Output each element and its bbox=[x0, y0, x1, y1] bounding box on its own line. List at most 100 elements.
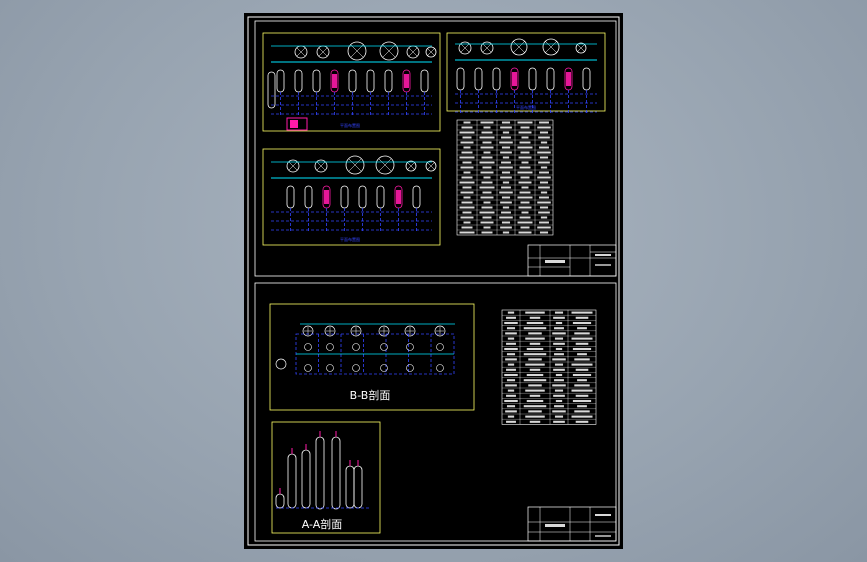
table-cell-text bbox=[507, 415, 515, 418]
table-cell-text bbox=[572, 373, 592, 377]
table-cell-text bbox=[504, 373, 518, 377]
table-cell-text bbox=[553, 420, 565, 423]
table-cell-text bbox=[506, 420, 516, 423]
table-cell-text bbox=[483, 201, 491, 204]
table-cell-text bbox=[517, 121, 533, 124]
table-cell-text bbox=[571, 311, 593, 314]
table-cell-text bbox=[540, 216, 548, 219]
table-cell-text bbox=[521, 161, 529, 164]
table-cell-text bbox=[518, 206, 532, 209]
table-cell-text bbox=[461, 126, 473, 129]
table-cell-text bbox=[520, 226, 530, 229]
table-cell-text bbox=[462, 161, 472, 164]
table-cell-text bbox=[501, 211, 511, 214]
table-cell-text bbox=[501, 146, 511, 149]
table-cell-text bbox=[460, 166, 474, 169]
table-cell-text bbox=[518, 231, 532, 234]
table-cell-text bbox=[461, 201, 473, 204]
table-cell-text bbox=[481, 206, 493, 209]
table-cell-text bbox=[539, 171, 549, 174]
table-cell-text bbox=[482, 216, 492, 219]
table-cell-text bbox=[529, 420, 541, 423]
table-cell-text bbox=[539, 146, 549, 149]
table-cell-text bbox=[501, 136, 511, 139]
table-cell-text bbox=[525, 311, 545, 314]
table-cell-text bbox=[555, 373, 563, 377]
table-cell-text bbox=[506, 394, 516, 397]
table-cell-text bbox=[483, 226, 491, 229]
table-cell-text bbox=[505, 410, 517, 413]
vessel-fill bbox=[396, 190, 401, 204]
table-cell-text bbox=[499, 191, 513, 194]
cad-drawing-canvas[interactable]: 平面布置图 平面布置图 平面布置图 B-B剖面 A-A剖面 bbox=[0, 0, 867, 562]
table-cell-text bbox=[479, 136, 495, 139]
table-cell-text bbox=[552, 384, 566, 387]
table-cell-text bbox=[538, 161, 550, 164]
table-cell-text bbox=[501, 121, 511, 124]
table-cell-text bbox=[519, 141, 531, 144]
table-cell-text bbox=[521, 136, 529, 139]
table-cell-text bbox=[505, 384, 517, 387]
table-cell-text bbox=[505, 332, 517, 335]
table-cell-text bbox=[554, 353, 564, 356]
drawing-sheet bbox=[244, 13, 623, 549]
table-cell-text bbox=[540, 191, 548, 194]
table-cell-text bbox=[553, 368, 565, 371]
table-cell-text bbox=[501, 196, 511, 199]
table-cell-text bbox=[517, 221, 533, 224]
table-cell-text bbox=[540, 166, 548, 169]
table-cell-text bbox=[575, 316, 589, 319]
table-cell-text bbox=[462, 211, 472, 214]
table-cell-text bbox=[461, 226, 473, 229]
table-cell-text bbox=[499, 166, 513, 169]
table-cell-text bbox=[526, 399, 544, 403]
table-cell-text bbox=[555, 399, 563, 403]
table-cell-text bbox=[506, 368, 516, 371]
table-cell-text bbox=[502, 206, 510, 209]
table-cell-text bbox=[552, 358, 566, 361]
table-cell-text bbox=[574, 332, 590, 335]
table-cell-text bbox=[540, 141, 548, 144]
table-cell-text bbox=[506, 405, 516, 408]
table-cell-text bbox=[480, 146, 494, 149]
table-cell-text bbox=[506, 342, 516, 345]
table-cell-text bbox=[504, 399, 518, 403]
table-cell-text bbox=[483, 151, 491, 154]
table-cell-text bbox=[555, 321, 563, 325]
table-cell-text bbox=[529, 368, 541, 371]
table-cell-text bbox=[480, 196, 494, 199]
table-cell-text bbox=[528, 410, 542, 413]
table-cell-text bbox=[528, 358, 542, 361]
table-cell-text bbox=[537, 176, 551, 179]
table-cell-text bbox=[506, 316, 516, 319]
table-cell-text bbox=[507, 363, 515, 366]
table-cell-text bbox=[517, 146, 533, 149]
table-cell-text bbox=[518, 131, 532, 134]
table-cell-text bbox=[480, 221, 494, 224]
table-cell-text bbox=[554, 363, 564, 366]
table-cell-text bbox=[481, 131, 493, 134]
table-cell-text bbox=[502, 181, 510, 184]
table-cell-text bbox=[523, 353, 547, 356]
table-cell-text bbox=[520, 176, 530, 179]
table-cell-text bbox=[523, 379, 547, 382]
table-cell-text bbox=[462, 136, 472, 139]
table-cell-text bbox=[539, 196, 549, 199]
table-cell-text bbox=[501, 186, 511, 189]
table-cell-text bbox=[539, 156, 549, 159]
table-cell-text bbox=[538, 186, 550, 189]
table-cell-text bbox=[461, 151, 473, 154]
table-cell-text bbox=[499, 216, 513, 219]
table-cell-text bbox=[525, 363, 545, 366]
table-cell-text bbox=[461, 176, 473, 179]
table-cell-text bbox=[521, 211, 529, 214]
table-cell-text bbox=[537, 201, 551, 204]
table-cell-text bbox=[459, 231, 475, 234]
table-cell-text bbox=[537, 151, 551, 154]
table-cell-text bbox=[499, 141, 513, 144]
table-cell-text bbox=[577, 327, 587, 330]
table-cell-text bbox=[538, 211, 550, 214]
table-cell-text bbox=[537, 126, 551, 129]
table-cell-text bbox=[479, 211, 495, 214]
table-cell-text bbox=[463, 221, 471, 224]
